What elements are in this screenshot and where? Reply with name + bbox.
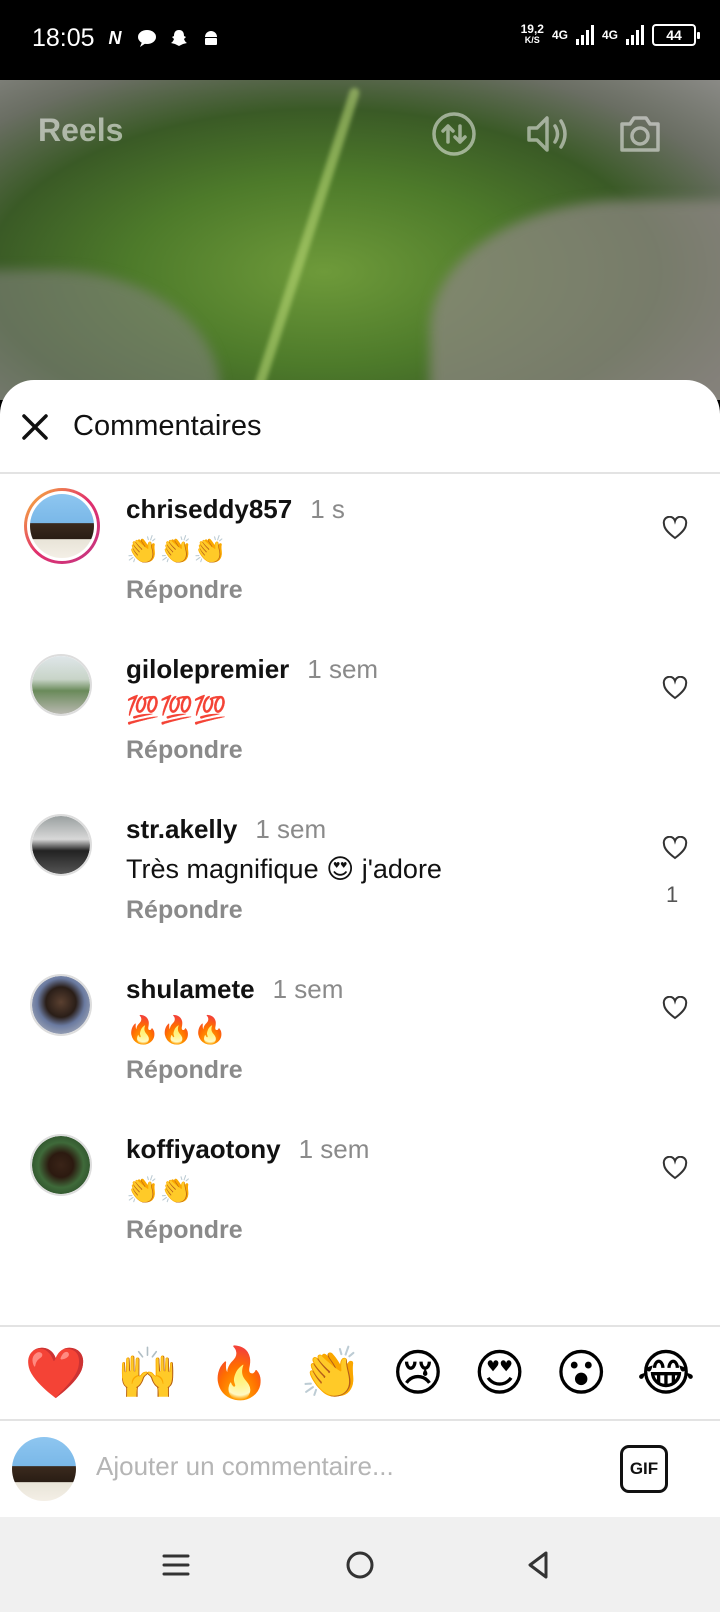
comment-input[interactable] [96, 1451, 576, 1482]
sheet-header: Commentaires [0, 380, 720, 474]
comment-item: koffiyaotony 1 sem 👏👏 Répondre [0, 1124, 720, 1288]
comment-time: 1 sem [307, 654, 379, 684]
status-time: 18:05 [32, 24, 95, 52]
heart-icon[interactable] [662, 836, 688, 860]
reaction-heart-eyes[interactable]: 😍 [474, 1348, 526, 1398]
reaction-heart[interactable]: ❤️ [25, 1348, 87, 1398]
comment-composer: GIF [0, 1421, 720, 1517]
reel-video[interactable]: Reels [0, 80, 720, 400]
reaction-fire[interactable]: 🔥 [208, 1348, 270, 1398]
comment-username[interactable]: str.akelly 1 sem [126, 814, 326, 845]
status-bar: 18:05 N 19,2 K/S 4G 4G 44 [0, 0, 720, 80]
home-icon[interactable] [342, 1547, 378, 1583]
reaction-raised-hands[interactable]: 🙌 [117, 1348, 179, 1398]
avatar[interactable] [30, 1134, 92, 1196]
chat-icon [136, 27, 158, 49]
username-text[interactable]: chriseddy857 [126, 494, 292, 524]
comment-time: 1 s [310, 494, 345, 524]
reply-button[interactable]: Répondre [126, 736, 243, 765]
comment-item: shulamete 1 sem 🔥🔥🔥 Répondre [0, 964, 720, 1128]
avatar[interactable] [30, 974, 92, 1036]
comment-time: 1 sem [272, 974, 344, 1004]
reels-title: Reels [38, 112, 124, 148]
heart-icon[interactable] [662, 676, 688, 700]
background-shade [430, 200, 720, 400]
network-type-1: 4G [551, 28, 568, 42]
comment-time: 1 sem [298, 1134, 370, 1164]
emoji-reaction-bar: ❤️ 🙌 🔥 👏 😢 😍 😮 😂 [0, 1325, 720, 1421]
reply-button[interactable]: Répondre [126, 1216, 243, 1245]
my-avatar [12, 1437, 76, 1501]
comment-item: chriseddy857 1 s 👏👏👏 Répondre [0, 484, 720, 648]
heart-icon[interactable] [662, 1156, 688, 1180]
comment-username[interactable]: koffiyaotony 1 sem [126, 1134, 369, 1165]
username-text[interactable]: koffiyaotony [126, 1134, 281, 1164]
username-text[interactable]: gilolepremier [126, 654, 289, 684]
heart-icon[interactable] [662, 516, 688, 540]
comment-username[interactable]: chriseddy857 1 s [126, 494, 345, 525]
reply-button[interactable]: Répondre [126, 576, 243, 605]
camera-icon[interactable] [616, 110, 664, 158]
heart-icon[interactable] [662, 996, 688, 1020]
comment-item: str.akelly 1 sem Très magnifique 😍 j'ador… [0, 804, 720, 968]
sheet-title: Commentaires [73, 410, 262, 442]
android-icon [200, 27, 222, 49]
comment-item: gilolepremier 1 sem 💯💯💯 Répondre [0, 644, 720, 808]
signal-icon-1 [575, 25, 594, 45]
comment-text: 🔥🔥🔥 [126, 1015, 227, 1045]
remix-icon[interactable] [430, 110, 478, 158]
leaf-vein [249, 86, 361, 400]
reply-button[interactable]: Répondre [126, 896, 243, 925]
like-count: 1 [666, 882, 679, 907]
comment-username[interactable]: shulamete 1 sem [126, 974, 343, 1005]
avatar[interactable] [30, 814, 92, 876]
notification-icons: N [104, 27, 222, 49]
reaction-surprised[interactable]: 😮 [555, 1348, 607, 1398]
avatar[interactable] [24, 488, 100, 564]
comment-text: 👏👏👏 [126, 535, 227, 565]
comment-username[interactable]: gilolepremier 1 sem [126, 654, 378, 685]
reaction-laugh[interactable]: 😂 [637, 1348, 695, 1398]
snapchat-icon [168, 27, 190, 49]
status-right: 19,2 K/S 4G 4G 44 [520, 22, 700, 46]
comment-text: 💯💯💯 [126, 695, 227, 725]
speed-unit: K/S [524, 35, 540, 45]
back-icon[interactable] [520, 1547, 556, 1583]
gif-button[interactable]: GIF [620, 1445, 668, 1493]
speed-value: 19,2 [520, 22, 544, 36]
username-text[interactable]: str.akelly [126, 814, 237, 844]
close-icon[interactable] [20, 412, 50, 442]
comment-text: 👏👏 [126, 1175, 194, 1205]
navigation-bar [0, 1517, 720, 1612]
network-type-2: 4G [601, 28, 618, 42]
username-text[interactable]: shulamete [126, 974, 255, 1004]
comment-text: Très magnifique 😍 j'adore [126, 854, 442, 884]
reaction-clap[interactable]: 👏 [300, 1348, 362, 1398]
netflix-icon: N [108, 27, 122, 48]
reaction-sad[interactable]: 😢 [392, 1348, 444, 1398]
battery-icon: 44 [652, 24, 700, 46]
reply-button[interactable]: Répondre [126, 1056, 243, 1085]
avatar[interactable] [30, 654, 92, 716]
network-speed: 19,2 K/S [520, 22, 544, 46]
menu-icon[interactable] [158, 1547, 194, 1583]
signal-icon-2 [626, 25, 644, 45]
volume-icon[interactable] [523, 110, 571, 158]
comment-time: 1 sem [255, 814, 327, 844]
